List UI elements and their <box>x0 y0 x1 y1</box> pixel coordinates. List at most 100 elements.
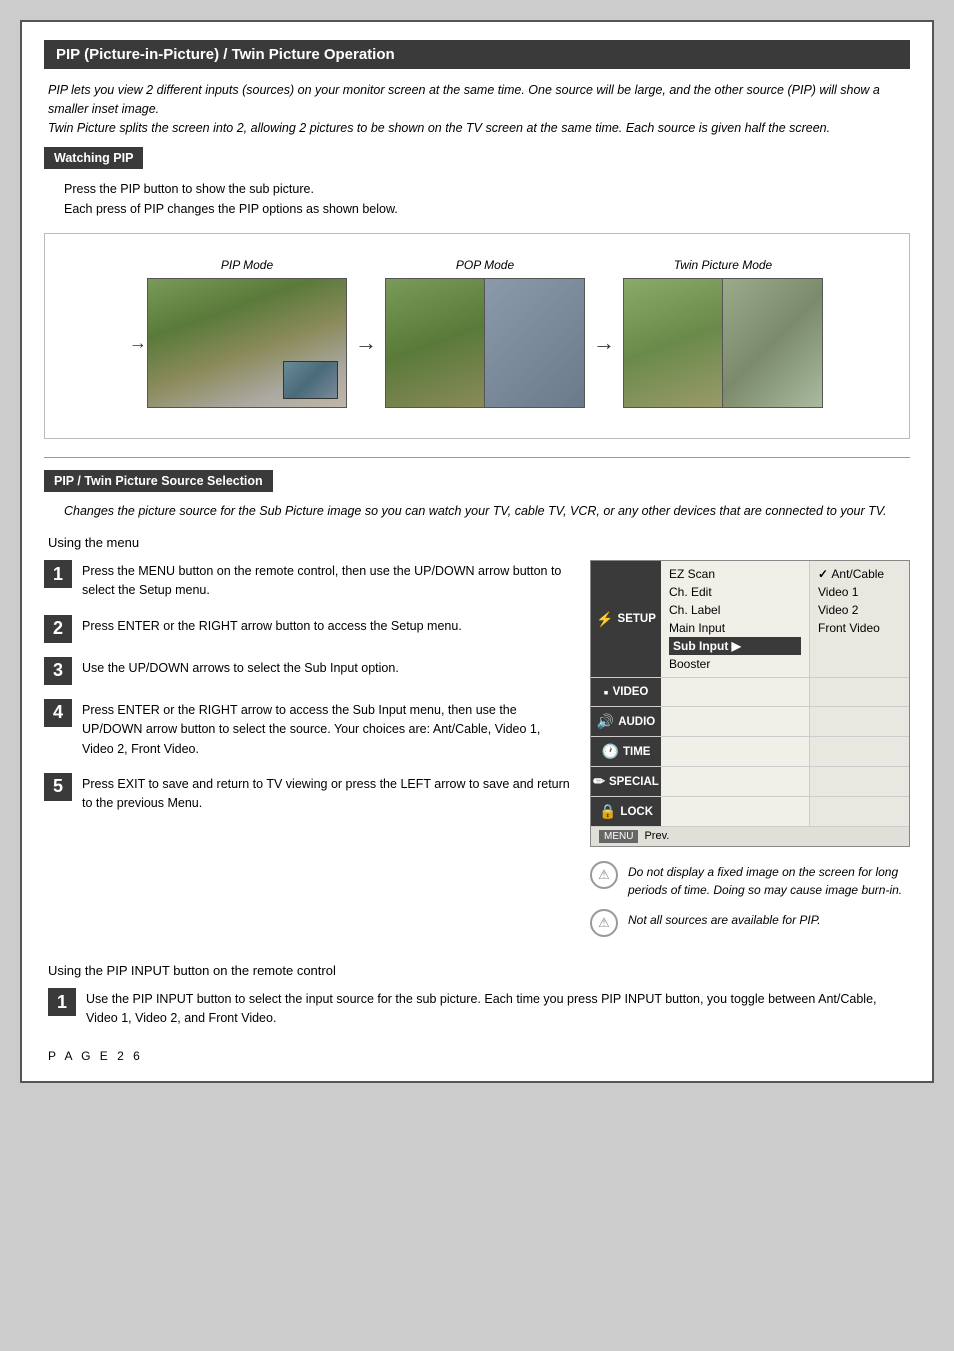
tv-menu-lock-icon: 🔒 LOCK <box>591 797 661 826</box>
step-num-2: 2 <box>44 615 72 643</box>
tv-menu-setup-icon: ⚡ SETUP <box>591 561 661 677</box>
video-label: VIDEO <box>613 686 649 698</box>
pop-mode-image <box>385 278 585 408</box>
notes-column: ⚠ Do not display a fixed image on the sc… <box>590 861 910 937</box>
page-title: PIP (Picture-in-Picture) / Twin Picture … <box>44 40 910 69</box>
step-text-5: Press EXIT to save and return to TV view… <box>82 773 570 814</box>
two-col-layout: 1 Press the MENU button on the remote co… <box>44 560 910 947</box>
pip-input-step-num: 1 <box>48 988 76 1016</box>
setup-label: SETUP <box>618 613 656 625</box>
video-icon: ▪ <box>604 684 609 700</box>
note-icon-inner-1: ⚠ <box>598 867 610 883</box>
watching-pip-line1: Press the PIP button to show the sub pic… <box>64 179 910 199</box>
audio-label: AUDIO <box>618 716 655 728</box>
watching-pip-line2: Each press of PIP changes the PIP option… <box>64 199 910 219</box>
special-icon: ✏ <box>593 773 605 790</box>
menu-item-sub-input: Sub Input ▶ <box>669 637 801 655</box>
twin-mode-label: Twin Picture Mode <box>674 258 772 272</box>
tv-menu-special-icon: ✏ SPECIAL <box>591 767 661 796</box>
pop-mode-label: POP Mode <box>456 258 514 272</box>
twin-right <box>723 279 822 407</box>
pip-input-step-text: Use the PIP INPUT button to select the i… <box>86 988 910 1029</box>
setup-icon: ⚡ <box>596 611 613 628</box>
note-text-1: Do not display a fixed image on the scre… <box>628 861 910 899</box>
menu-item-ez-scan: EZ Scan <box>669 565 801 583</box>
tv-menu-video-row: ▪ VIDEO <box>591 678 909 707</box>
tv-menu-footer: MENU Prev. <box>591 827 909 846</box>
tv-menu-audio-items <box>661 707 809 736</box>
tv-menu-audio-submenu <box>809 707 909 736</box>
pip-left-arrow: → <box>129 333 147 354</box>
time-label: TIME <box>623 746 650 758</box>
tv-menu-audio-row: 🔊 AUDIO <box>591 707 909 737</box>
page: PIP (Picture-in-Picture) / Twin Picture … <box>20 20 934 1083</box>
twin-left <box>624 279 723 407</box>
tv-menu-special-row: ✏ SPECIAL <box>591 767 909 797</box>
using-pip-input-label: Using the PIP INPUT button on the remote… <box>48 963 906 978</box>
arrow-1: → <box>355 310 377 356</box>
tv-menu-setup-items: EZ Scan Ch. Edit Ch. Label Main Input Su… <box>661 561 809 677</box>
pip-mode-block: PIP Mode → <box>147 258 347 408</box>
intro-line2: Twin Picture splits the screen into 2, a… <box>48 121 830 135</box>
menu-footer-menu-btn: MENU <box>599 830 638 843</box>
lock-label: LOCK <box>620 806 653 818</box>
pop-right <box>485 279 584 407</box>
special-label: SPECIAL <box>609 776 659 788</box>
tv-menu-video-icon: ▪ VIDEO <box>591 678 661 706</box>
pop-mode-image-wrapper <box>385 278 585 408</box>
step-num-4: 4 <box>44 699 72 727</box>
menu-column: ⚡ SETUP EZ Scan Ch. Edit Ch. Label Main … <box>590 560 910 947</box>
twin-mode-image <box>623 278 823 408</box>
submenu-front-video: Front Video <box>818 619 901 637</box>
pip-mode-image-wrapper: → <box>147 278 347 408</box>
submenu-video1: Video 1 <box>818 583 901 601</box>
tv-menu-lock-row: 🔒 LOCK <box>591 797 909 827</box>
step-text-2: Press ENTER or the RIGHT arrow button to… <box>82 615 462 636</box>
watching-pip-header: Watching PIP <box>44 147 143 169</box>
watching-pip-text: Press the PIP button to show the sub pic… <box>64 179 910 219</box>
step-num-3: 3 <box>44 657 72 685</box>
step-row-2: 2 Press ENTER or the RIGHT arrow button … <box>44 615 570 643</box>
menu-item-ch-edit: Ch. Edit <box>669 583 801 601</box>
tv-menu-time-row: 🕐 TIME <box>591 737 909 767</box>
pip-images-container: PIP Mode → → POP Mode <box>44 233 910 439</box>
step-num-1: 1 <box>44 560 72 588</box>
step-row-3: 3 Use the UP/DOWN arrows to select the S… <box>44 657 570 685</box>
tv-menu-audio-icon: 🔊 AUDIO <box>591 707 661 736</box>
tv-menu: ⚡ SETUP EZ Scan Ch. Edit Ch. Label Main … <box>590 560 910 847</box>
step-row-4: 4 Press ENTER or the RIGHT arrow to acce… <box>44 699 570 759</box>
pip-inset-image <box>283 361 338 399</box>
twin-section-header: PIP / Twin Picture Source Selection <box>44 470 273 492</box>
step-text-4: Press ENTER or the RIGHT arrow to access… <box>82 699 570 759</box>
using-menu-label: Using the menu <box>48 535 910 550</box>
menu-item-booster: Booster <box>669 655 801 673</box>
lock-icon: 🔒 <box>599 803 616 820</box>
twin-section-header-bar: PIP / Twin Picture Source Selection <box>44 470 910 502</box>
submenu-ant-cable: Ant/Cable <box>818 565 901 583</box>
tv-menu-sub-input-submenu: Ant/Cable Video 1 Video 2 Front Video <box>809 561 909 677</box>
page-number: P A G E 2 6 <box>48 1049 910 1063</box>
tv-menu-time-submenu <box>809 737 909 766</box>
note-row-1: ⚠ Do not display a fixed image on the sc… <box>590 861 910 899</box>
pop-left <box>386 279 485 407</box>
step-text-3: Use the UP/DOWN arrows to select the Sub… <box>82 657 399 678</box>
tv-menu-time-icon: 🕐 TIME <box>591 737 661 766</box>
menu-item-ch-label: Ch. Label <box>669 601 801 619</box>
twin-section-desc: Changes the picture source for the Sub P… <box>64 502 910 521</box>
note-icon-1: ⚠ <box>590 861 618 889</box>
tv-menu-special-items <box>661 767 809 796</box>
time-icon: 🕐 <box>602 743 619 760</box>
tv-menu-lock-submenu <box>809 797 909 826</box>
section-divider-1 <box>44 457 910 458</box>
step-row-5: 5 Press EXIT to save and return to TV vi… <box>44 773 570 814</box>
menu-footer-prev: Prev. <box>644 830 669 843</box>
pop-mode-block: POP Mode <box>385 258 585 408</box>
pip-input-step-row: 1 Use the PIP INPUT button to select the… <box>48 988 910 1029</box>
arrow-2: → <box>593 310 615 356</box>
note-icon-inner-2: ⚠ <box>598 915 610 931</box>
tv-menu-setup-row: ⚡ SETUP EZ Scan Ch. Edit Ch. Label Main … <box>591 561 909 678</box>
step-row-1: 1 Press the MENU button on the remote co… <box>44 560 570 601</box>
tv-menu-lock-items <box>661 797 809 826</box>
audio-icon: 🔊 <box>597 713 614 730</box>
pip-mode-image <box>147 278 347 408</box>
